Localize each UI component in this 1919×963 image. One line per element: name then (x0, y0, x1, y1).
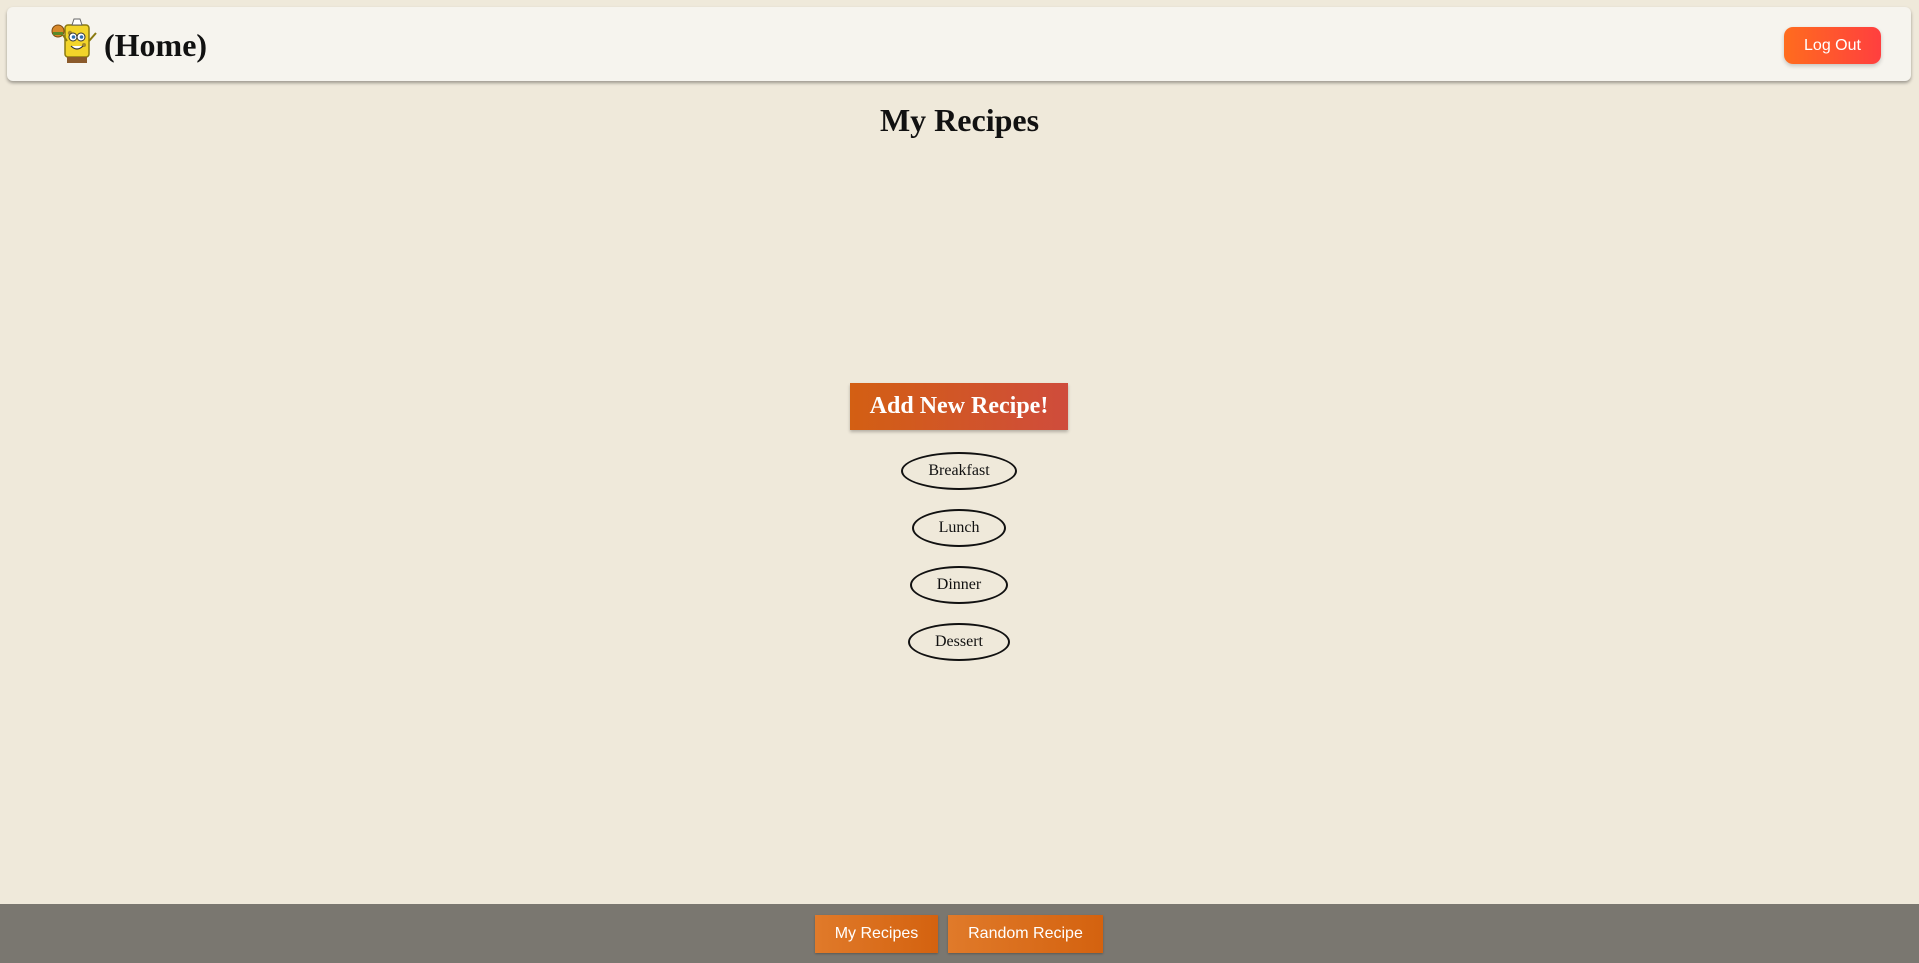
spongebob-chef-logo-icon[interactable] (47, 15, 103, 71)
bottom-nav-bar: My Recipes Random Recipe (0, 904, 1919, 963)
category-dessert-button[interactable]: Dessert (908, 623, 1010, 661)
category-lunch-button[interactable]: Lunch (912, 509, 1006, 547)
my-recipes-button[interactable]: My Recipes (815, 915, 938, 953)
add-new-recipe-button[interactable]: Add New Recipe! (850, 383, 1068, 430)
logout-button[interactable]: Log Out (1784, 27, 1881, 64)
page-title: My Recipes (879, 102, 1040, 138)
home-link[interactable]: (Home) (104, 27, 207, 64)
top-nav-bar: (Home) Log Out (7, 7, 1911, 81)
random-recipe-button[interactable]: Random Recipe (948, 915, 1103, 953)
category-dinner-button[interactable]: Dinner (910, 566, 1008, 604)
category-breakfast-button[interactable]: Breakfast (901, 452, 1017, 490)
